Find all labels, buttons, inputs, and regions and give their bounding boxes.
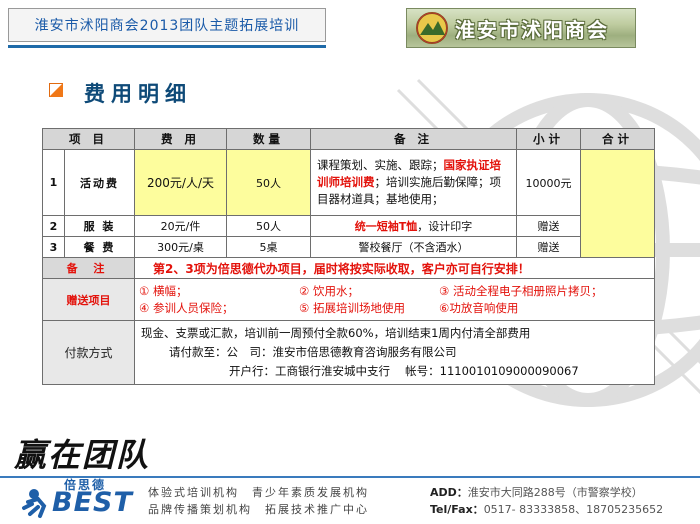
row-note: 警校餐厅（不含酒水） xyxy=(310,236,518,258)
grand-total-cell xyxy=(580,149,656,258)
bank-account: 开户行：工商银行淮安城中支行 帐号：1110010109000090067 xyxy=(229,364,579,378)
remark-label: 备 注 xyxy=(41,257,136,279)
header-fee: 费 用 xyxy=(134,128,228,150)
gifts-list: ① 横幅； ② 饮用水； ③ 活动全程电子相册照片拷贝； ④ 参训人员保险； ⑤… xyxy=(135,280,654,319)
address-value: 淮安市大同路288号（市警察学校） xyxy=(467,486,643,499)
row-subtotal: 赠送 xyxy=(516,215,582,237)
payment-terms: 现金、支票或汇款，培训前一周预付全款60%，培训结束1周内付清全部费用 xyxy=(141,326,531,340)
payment-details: 现金、支票或汇款，培训前一周预付全款60%，培训结束1周内付清全部费用 请付款至… xyxy=(134,320,656,385)
remark-row: 备 注 第2、3项为倍思德代办项目，届时将按实际收取，客户亦可自行安排！ xyxy=(41,257,656,279)
gifts-label: 赠送项目 xyxy=(41,278,136,321)
slogan-calligraphy: 赢在团队 xyxy=(14,436,151,474)
row-number: 3 xyxy=(42,236,65,258)
payee-company: 请付款至：公 司：淮安市倍思德教育咨询服务有限公司 xyxy=(169,345,457,359)
fee-table: 项 目 费 用 数量 备 注 小计 合计 1 活动费 200元/人/天 50人 … xyxy=(41,128,656,385)
remark-text: 第2、3项为倍思德代办项目，届时将按实际收取，客户亦可自行安排！ xyxy=(134,257,656,279)
gift-item: ⑥功放音响使用 xyxy=(439,301,519,315)
header-item: 项 目 xyxy=(41,128,136,150)
gift-item: ③ 活动全程电子相册照片拷贝； xyxy=(439,284,603,298)
row-fee: 200元/人/天 xyxy=(134,149,228,216)
row-item: 餐 费 xyxy=(63,236,136,258)
gifts-row: 赠送项目 ① 横幅； ② 饮用水； ③ 活动全程电子相册照片拷贝； ④ 参训人员… xyxy=(41,278,656,321)
phone-value: 0517- 83333858、18705235652 xyxy=(483,503,664,516)
contact-phone: Tel/Fax：0517- 83333858、18705235652 xyxy=(430,501,663,517)
section-title: 费用明细 xyxy=(84,82,192,106)
table-row: 3 餐 费 300元/桌 5桌 警校餐厅（不含酒水） 赠送 xyxy=(42,236,655,258)
tagline-line-1: 体验式培训机构 青少年素质发展机构 xyxy=(148,486,369,499)
row-note: 统一短袖T恤，设计印字 xyxy=(310,215,518,237)
note-text: ，设计印字 xyxy=(417,220,473,233)
header-underline xyxy=(8,45,326,48)
chamber-logo: 淮安市沭阳商会 xyxy=(406,8,636,48)
table-row: 1 活动费 200元/人/天 50人 课程策划、实施、跟踪；国家执证培训师培训费… xyxy=(42,149,656,258)
row-fee: 20元/件 xyxy=(134,215,228,237)
brand-name-en: BEST xyxy=(52,487,133,518)
row-number: 1 xyxy=(42,149,65,216)
row-item: 活动费 xyxy=(63,149,136,216)
row-note: 课程策划、实施、跟踪；国家执证培训师培训费；培训实施后勤保障；项目器材道具；基地… xyxy=(310,149,518,216)
row-qty: 5桌 xyxy=(226,236,312,258)
header-note: 备 注 xyxy=(310,128,518,150)
row-qty: 50人 xyxy=(226,215,312,237)
row-fee: 300元/桌 xyxy=(134,236,228,258)
row-subtotal: 10000元 xyxy=(516,149,582,216)
header-title: 淮安市沭阳商会2013团队主题拓展培训 xyxy=(34,18,300,34)
contact-address: ADD：淮安市大同路288号（市警察学校） xyxy=(430,484,643,500)
header-total: 合计 xyxy=(580,128,656,150)
gift-item: ① 横幅； xyxy=(139,284,188,298)
note-text: 课程策划、实施、跟踪； xyxy=(317,158,444,172)
payment-label: 付款方式 xyxy=(41,320,136,385)
mountain-emblem-icon xyxy=(416,12,448,44)
row-item: 服 装 xyxy=(63,215,136,237)
table-header-row: 项 目 费 用 数量 备 注 小计 合计 xyxy=(41,128,656,150)
header-subtotal: 小计 xyxy=(516,128,582,150)
note-highlight: 统一短袖T恤 xyxy=(354,220,418,233)
payment-row: 付款方式 现金、支票或汇款，培训前一周预付全款60%，培训结束1周内付清全部费用… xyxy=(41,320,656,385)
header-title-box: 淮安市沭阳商会2013团队主题拓展培训 xyxy=(8,8,326,42)
gift-item: ② 饮用水； xyxy=(299,284,359,298)
row-subtotal: 赠送 xyxy=(516,236,582,258)
table-row: 2 服 装 20元/件 50人 统一短袖T恤，设计印字 赠送 xyxy=(42,215,655,237)
gift-item: ⑤ 拓展培训场地使用 xyxy=(299,301,405,315)
address-label: ADD： xyxy=(430,486,468,499)
header-qty: 数量 xyxy=(226,128,312,150)
section-marker-icon xyxy=(49,83,63,97)
gift-item: ④ 参训人员保险； xyxy=(139,301,234,315)
row-number: 2 xyxy=(42,215,65,237)
gifts-cell: ① 横幅； ② 饮用水； ③ 活动全程电子相册照片拷贝； ④ 参训人员保险； ⑤… xyxy=(134,278,656,321)
phone-label: Tel/Fax： xyxy=(430,503,484,516)
tagline-line-2: 品牌传播策划机构 拓展技术推广中心 xyxy=(148,503,369,516)
logo-text: 淮安市沭阳商会 xyxy=(455,17,609,42)
row-qty: 50人 xyxy=(226,149,312,216)
